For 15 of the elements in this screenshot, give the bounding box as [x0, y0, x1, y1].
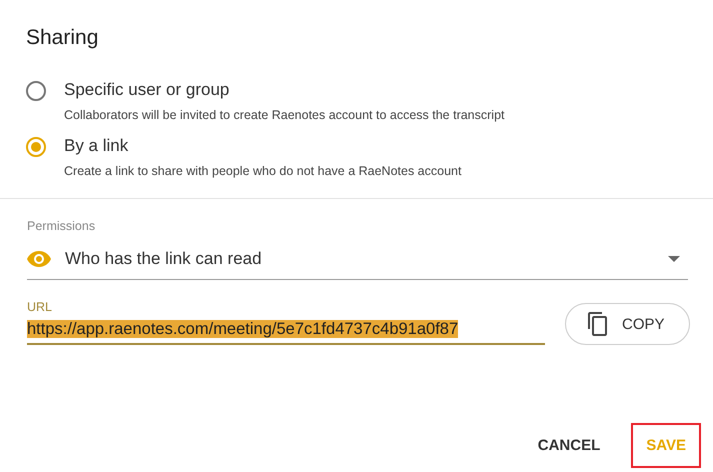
field-label: Permissions [27, 219, 96, 233]
field-label: URL [27, 300, 54, 314]
copy-icon [588, 312, 608, 336]
option-label[interactable]: Specific user or group [64, 80, 505, 100]
eye-icon [27, 251, 51, 267]
option-description: Collaborators will be invited to create Raenotes account to access the transcript [64, 108, 505, 122]
option-description: Create a link to share with people who do not have a RaeNotes account [64, 164, 462, 178]
copy-button[interactable]: COPY [565, 303, 690, 345]
option-label[interactable]: By a link [64, 136, 462, 156]
radio-button[interactable] [26, 137, 46, 157]
cancel-button[interactable]: CANCEL [522, 423, 616, 468]
dropdown-caret-icon [668, 256, 680, 262]
permission-select[interactable]: Who has the link can read [27, 237, 688, 280]
dialog-title: Sharing [26, 26, 100, 50]
radio-button[interactable] [26, 81, 46, 101]
